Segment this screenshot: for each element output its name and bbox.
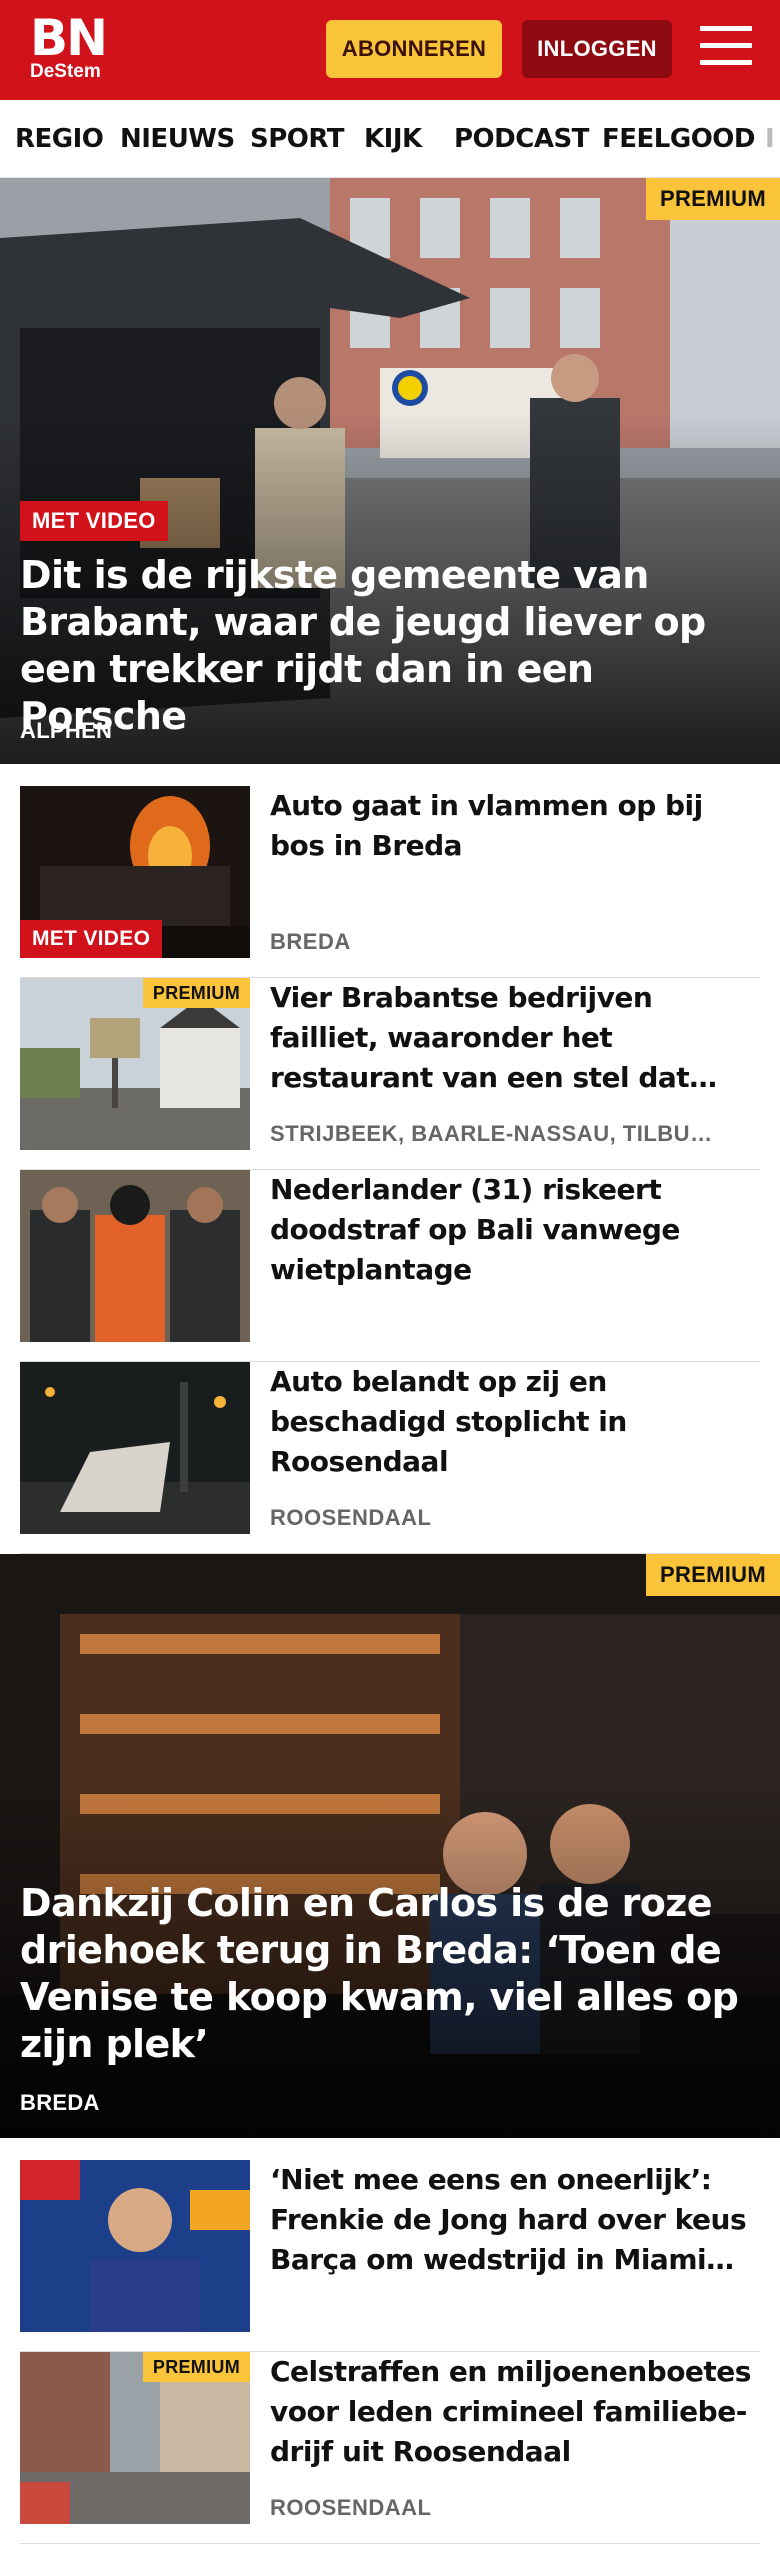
article-title[interactable]: Nederlander (31) riskeert doodstraf op B…: [270, 1170, 760, 1290]
article-title[interactable]: Auto belandt op zij en beschadigd stopli…: [270, 1362, 760, 1482]
premium-badge: PREMIUM: [646, 178, 780, 220]
article-location: STRIJBEEK, BAARLE-NASSAU, TILBU…: [270, 1121, 713, 1146]
article-title[interactable]: Celstraffen en miljoenenboetes voor lede…: [270, 2352, 760, 2472]
thumbnail-image: [20, 1170, 250, 1342]
nav-item-feelgood[interactable]: FEELGOOD: [602, 100, 755, 177]
list-item[interactable]: PREMIUM Vier Brabantse bedrijven faillie…: [20, 978, 760, 1170]
login-button[interactable]: INLOGGEN: [522, 20, 672, 78]
article-thumbnail: PREMIUM: [20, 2352, 250, 2524]
article-title[interactable]: Vier Brabantse bedrijven failliet, waaro…: [270, 978, 760, 1098]
list-item[interactable]: Nederlander (31) riskeert doodstraf op B…: [20, 1170, 760, 1362]
nav-item-regio[interactable]: REGIO: [15, 100, 104, 177]
nav-item-nieuws[interactable]: NIEUWS: [120, 100, 235, 177]
article-thumbnail: PREMIUM: [20, 978, 250, 1150]
video-badge: MET VIDEO: [20, 920, 163, 958]
article-location: ROOSENDAAL: [270, 2495, 432, 2520]
list-item[interactable]: Auto belandt op zij en beschadigd stopli…: [20, 1362, 760, 1554]
nav-item-podcast[interactable]: PODCAST: [454, 100, 589, 177]
premium-badge: PREMIUM: [646, 1554, 780, 1596]
nav-item-overflow: I: [765, 124, 775, 154]
video-badge: MET VIDEO: [20, 501, 168, 541]
article-location: BREDA: [270, 929, 351, 954]
hero-location: BREDA: [20, 2090, 100, 2115]
article-thumbnail: [20, 2160, 250, 2332]
premium-badge: PREMIUM: [142, 2352, 250, 2382]
hero-article[interactable]: PREMIUM Dankzij Colin en Carlos is de ro…: [0, 1554, 780, 2138]
nav-item-kijk[interactable]: KIJK: [364, 100, 422, 177]
hero-title[interactable]: Dit is de rijkste gemeente van Brabant, …: [20, 552, 760, 740]
logo-sub: DeStem: [30, 61, 101, 82]
article-title[interactable]: Auto gaat in vlammen op bij bos in Breda: [270, 786, 760, 866]
list-item[interactable]: PREMIUM Celstraffen en miljoenenboetes v…: [20, 2352, 760, 2544]
site-header: BN DeStem ABONNEREN INLOGGEN: [0, 0, 780, 100]
article-thumbnail: [20, 1170, 250, 1342]
hero-article[interactable]: PREMIUM MET VIDEO Dit is de rijkste geme…: [0, 178, 780, 764]
article-thumbnail: MET VIDEO: [20, 786, 250, 958]
nav-item-sport[interactable]: SPORT: [250, 100, 344, 177]
list-item[interactable]: ‘Niet mee eens en oneerlijk’: Frenkie de…: [20, 2160, 760, 2352]
subscribe-button[interactable]: ABONNEREN: [326, 20, 502, 78]
hamburger-menu-icon[interactable]: [700, 26, 752, 70]
premium-badge: PREMIUM: [142, 978, 250, 1008]
section-nav: REGIO NIEUWS SPORT KIJK PODCAST FEELGOOD…: [0, 100, 780, 178]
thumbnail-image: [20, 2160, 250, 2332]
thumbnail-image: [20, 1362, 250, 1534]
hero-location: ALPHEN: [20, 718, 113, 743]
list-item[interactable]: MET VIDEO Auto gaat in vlammen op bij bo…: [20, 786, 760, 978]
article-title[interactable]: ‘Niet mee eens en oneerlijk’: Frenkie de…: [270, 2160, 760, 2280]
article-location: ROOSENDAAL: [270, 1505, 432, 1530]
article-thumbnail: [20, 1362, 250, 1534]
site-logo[interactable]: BN DeStem: [30, 9, 108, 82]
logo-main: BN: [30, 9, 108, 67]
hero-title[interactable]: Dankzij Colin en Carlos is de roze drieh…: [20, 1880, 760, 2068]
